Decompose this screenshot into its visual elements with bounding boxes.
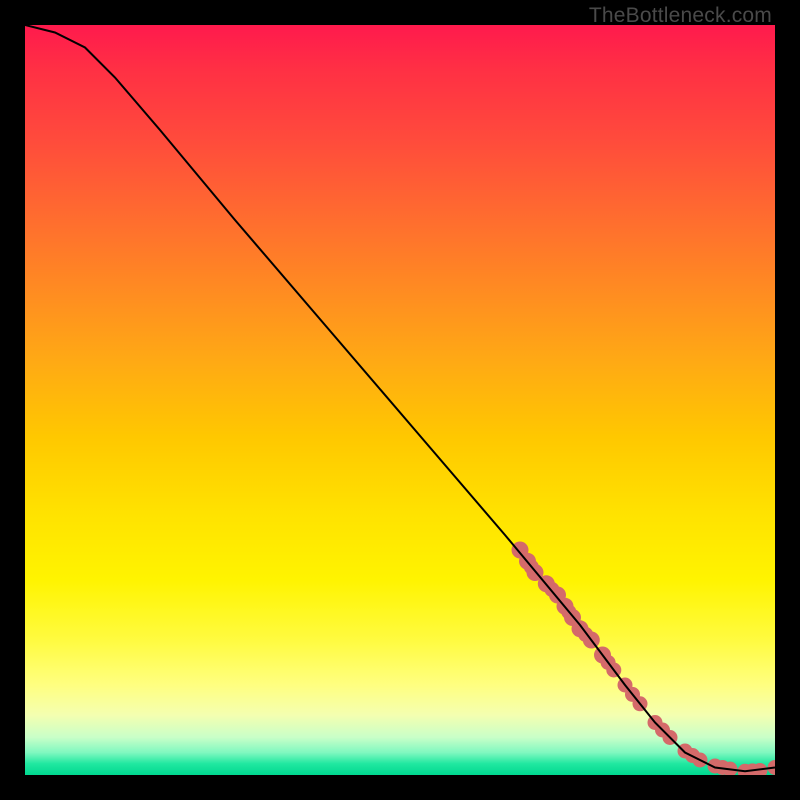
attribution-watermark: TheBottleneck.com <box>589 4 772 28</box>
chart-frame: TheBottleneck.com <box>0 0 800 800</box>
plot-area <box>25 25 775 775</box>
curve-line <box>25 25 775 771</box>
chart-svg <box>25 25 775 775</box>
marker-layer <box>512 542 776 776</box>
